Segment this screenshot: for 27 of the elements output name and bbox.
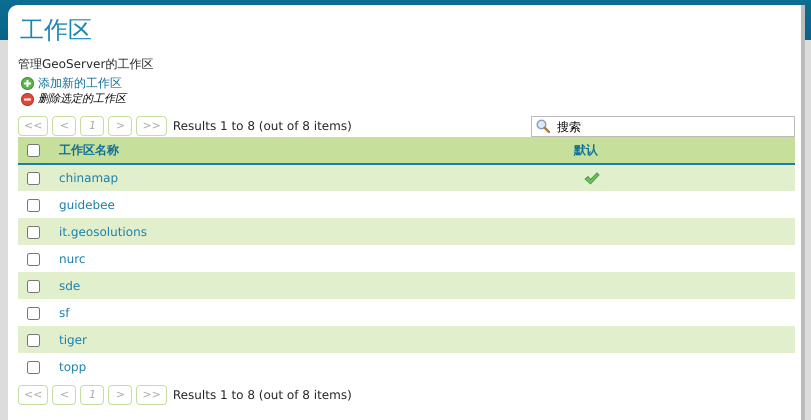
remove-icon bbox=[21, 92, 34, 106]
workspace-link[interactable]: sf bbox=[59, 306, 70, 320]
workspace-link[interactable]: topp bbox=[59, 360, 86, 374]
workspace-link[interactable]: guidebee bbox=[59, 198, 115, 212]
row-checkbox[interactable] bbox=[27, 306, 40, 320]
column-header: 默认 bbox=[574, 143, 598, 157]
row-checkbox[interactable] bbox=[27, 360, 40, 374]
workspace-link[interactable]: sde bbox=[59, 278, 80, 292]
workspace-link[interactable]: chinamap bbox=[59, 171, 118, 185]
workspace-link[interactable]: tiger bbox=[59, 332, 87, 346]
row-checkbox[interactable] bbox=[27, 334, 40, 347]
workspace-link[interactable]: it.geosolutions bbox=[59, 224, 147, 238]
row-checkbox[interactable] bbox=[27, 252, 40, 266]
row-checkbox[interactable] bbox=[27, 172, 40, 186]
workspace-link[interactable]: nurc bbox=[59, 252, 86, 266]
row-checkbox[interactable] bbox=[27, 280, 40, 293]
select-all-checkbox[interactable] bbox=[27, 144, 40, 158]
page-title: 工作区 bbox=[20, 15, 93, 45]
add-icon bbox=[21, 76, 34, 90]
column-header: 工作区名称 bbox=[59, 143, 119, 157]
search-field[interactable]: 搜索 bbox=[531, 116, 795, 137]
add-workspace-link[interactable]: 添加新的工作区 bbox=[38, 75, 122, 91]
results-text: Results 1 to 8 (out of 8 items) bbox=[172, 387, 352, 404]
results-text: Results 1 to 8 (out of 8 items) bbox=[172, 118, 352, 135]
page-description: 管理GeoServer的工作区 bbox=[18, 57, 154, 72]
row-checkbox[interactable] bbox=[27, 198, 40, 212]
row-checkbox[interactable] bbox=[27, 226, 40, 239]
